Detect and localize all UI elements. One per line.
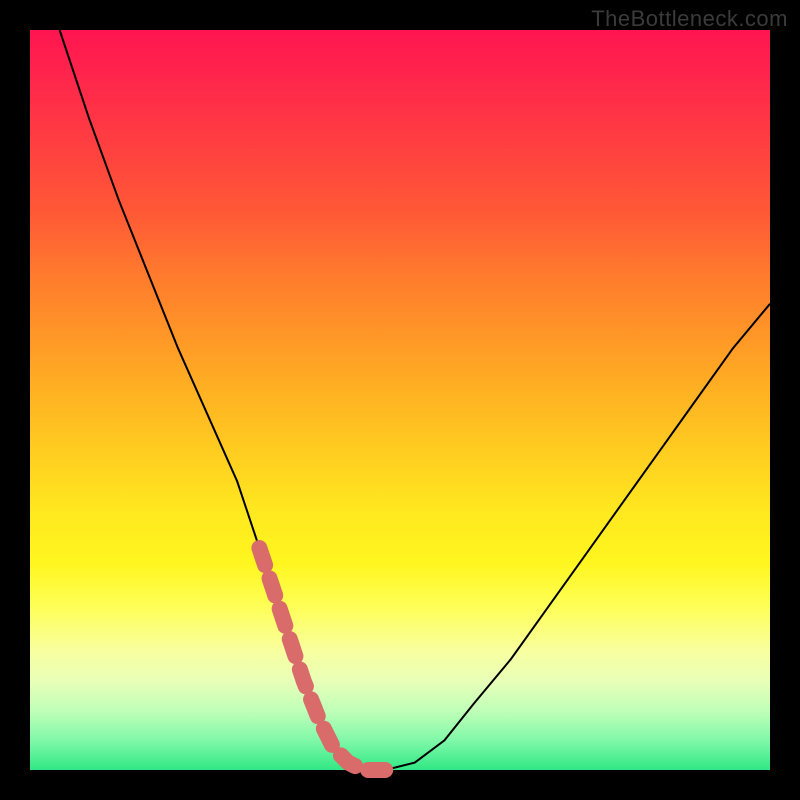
chart-frame: TheBottleneck.com	[0, 0, 800, 800]
bottleneck-curve-highlight	[259, 548, 385, 770]
watermark-text: TheBottleneck.com	[591, 6, 788, 32]
chart-plot-area	[30, 30, 770, 770]
bottleneck-curve	[60, 30, 770, 770]
chart-svg	[30, 30, 770, 770]
